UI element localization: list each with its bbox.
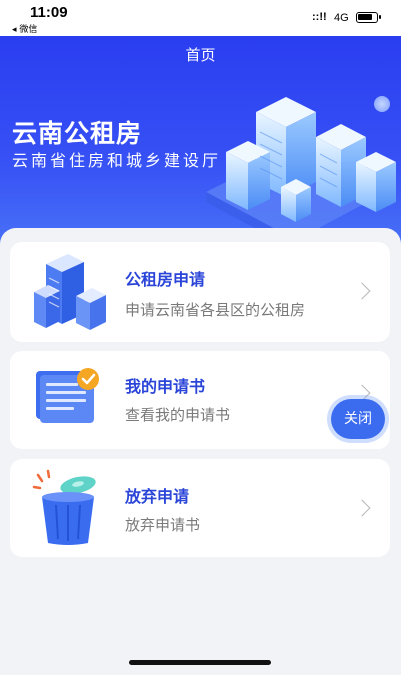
page-title: 首页 <box>185 46 216 64</box>
home-indicator <box>129 660 271 665</box>
chevron-right-icon <box>353 282 371 300</box>
card-description: 申请云南省各县区的公租房 <box>125 301 306 319</box>
network-type: 4G <box>334 12 349 24</box>
card-title: 放弃申请 <box>125 487 190 506</box>
chevron-right-icon <box>353 499 371 517</box>
card-description: 放弃申请书 <box>125 516 201 534</box>
give-up-application-card[interactable]: 放弃申请 放弃申请书 <box>10 459 390 557</box>
status-bar: 11:09 ◂ 微信 ::!! 4G <box>0 0 401 36</box>
banner-subtitle: 云南省住房和城乡建设厅 <box>12 151 222 170</box>
menu-area: 公租房申请 申请云南省各县区的公租房 我的申请书 查看我的申请书 放弃申请 放弃… <box>0 228 401 675</box>
apply-rental-card[interactable]: 公租房申请 申请云南省各县区的公租房 <box>10 242 390 342</box>
hero-banner: 首页 云南公租房 云南省住房和城乡建设厅 <box>0 36 401 256</box>
signal-icon: ::!! <box>312 11 327 23</box>
card-title: 我的申请书 <box>125 377 206 396</box>
banner-title: 云南公租房 <box>12 119 143 148</box>
document-check-icon <box>36 368 99 423</box>
close-button[interactable]: 关闭 <box>331 399 385 439</box>
back-to-wechat-link[interactable]: ◂ 微信 <box>12 22 37 35</box>
trash-can-icon <box>32 469 96 545</box>
my-application-card[interactable]: 我的申请书 查看我的申请书 <box>10 351 390 449</box>
buildings-icon <box>34 254 106 330</box>
battery-icon <box>356 12 381 23</box>
card-description: 查看我的申请书 <box>125 406 231 424</box>
status-time: 11:09 <box>30 4 68 21</box>
card-title: 公租房申请 <box>125 270 206 289</box>
